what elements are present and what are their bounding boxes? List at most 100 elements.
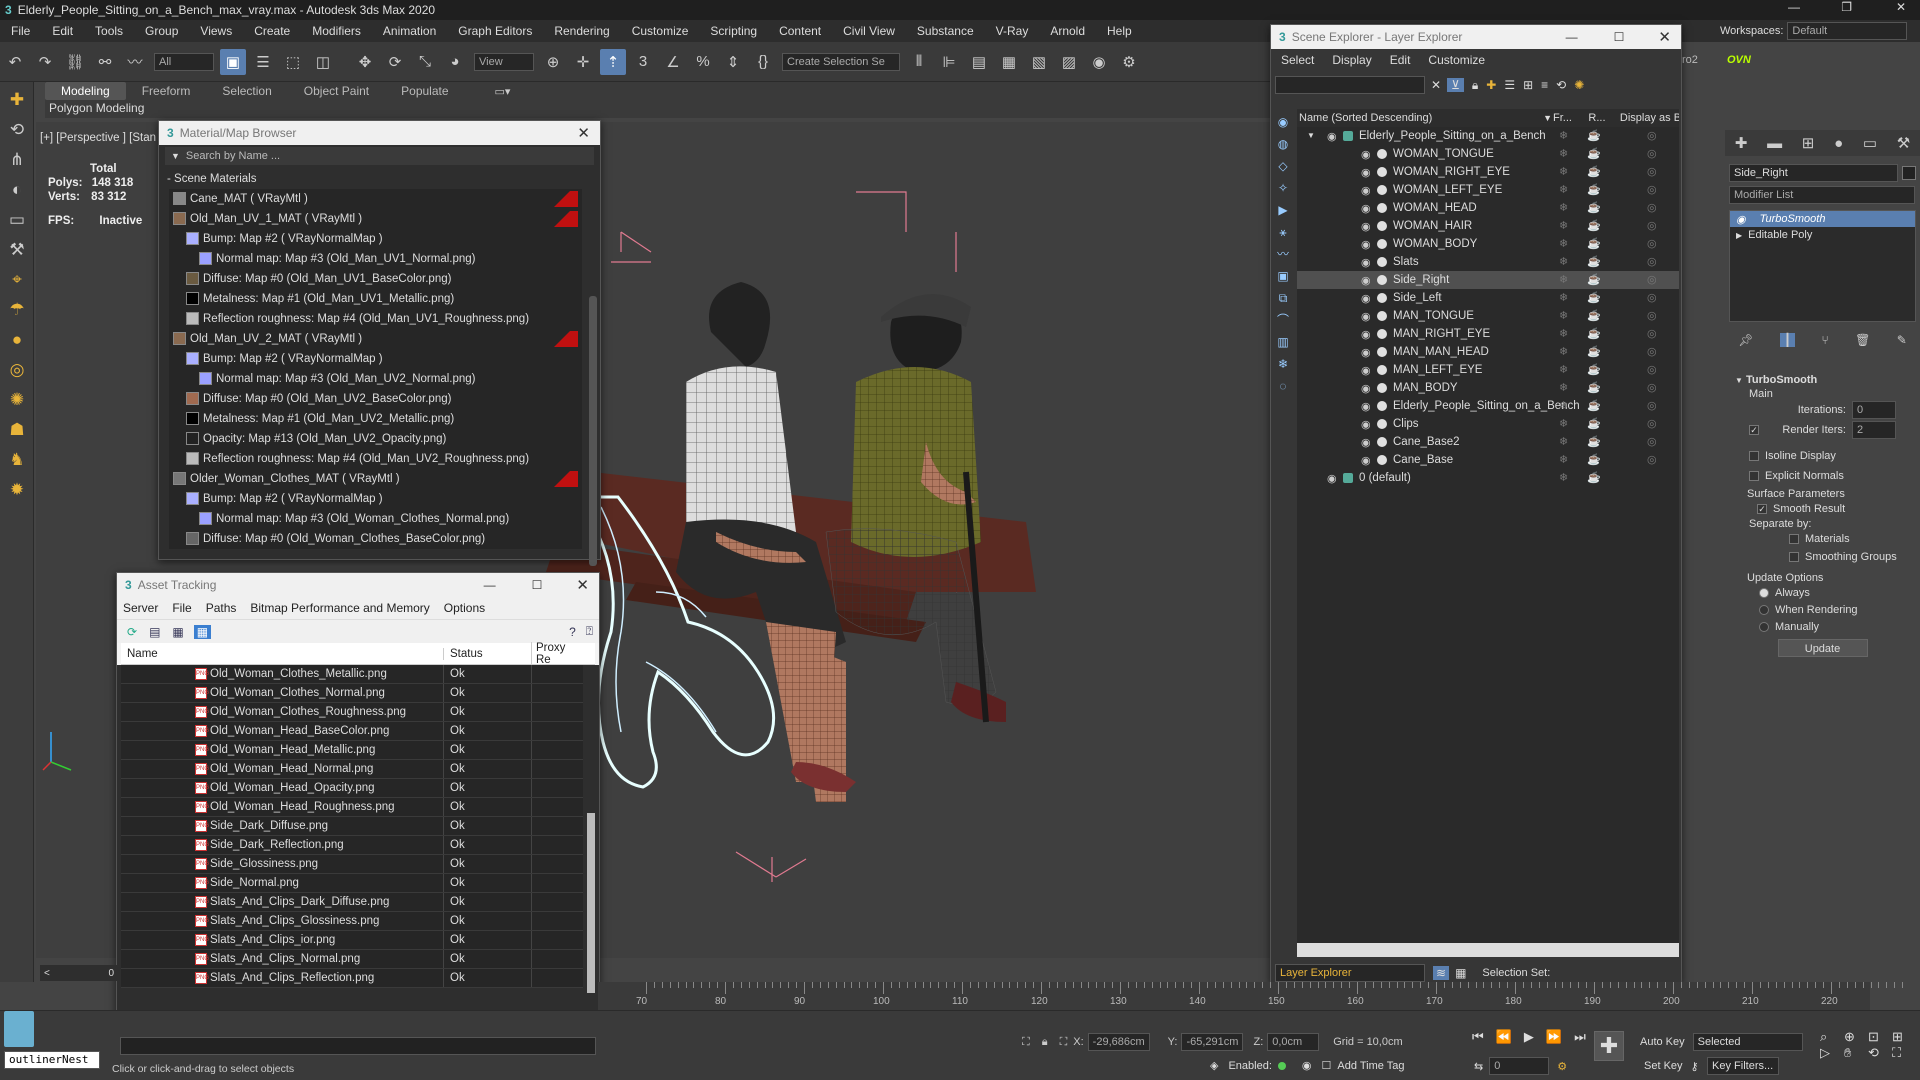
freeze-icon[interactable]: ❄ [1559, 343, 1568, 361]
add-time-tag-label[interactable]: Add Time Tag [1337, 1060, 1404, 1072]
map-item[interactable]: Bump: Map #2 ( VRayNormalMap ) [169, 349, 582, 369]
orbit-icon[interactable]: ◎ [5, 358, 29, 382]
iterations-spinner[interactable]: 0 [1852, 401, 1896, 419]
tree-view-icon[interactable]: ▦ [172, 625, 183, 639]
scene-object-row[interactable]: ◉ WOMAN_BODY ❄ ☕ ◎ [1297, 235, 1679, 253]
previous-frame-icon[interactable]: ⏪ [1496, 1029, 1512, 1045]
geometry-icon[interactable]: ◍ [1273, 133, 1293, 155]
renderable-icon[interactable]: ☕ [1587, 469, 1601, 487]
orbit-icon[interactable]: ⟲ [1868, 1045, 1892, 1061]
render-iters-checkbox[interactable]: ✓ [1749, 425, 1759, 435]
asset-menu-bitmap-performance-and-memory[interactable]: Bitmap Performance and Memory [250, 601, 429, 615]
menu-edit[interactable]: Edit [41, 20, 84, 42]
renderable-icon[interactable]: ☕ [1587, 451, 1601, 469]
scene-object-row[interactable]: ◉ MAN_RIGHT_EYE ❄ ☕ ◎ [1297, 325, 1679, 343]
keyboard-shortcut-icon[interactable]: ⇡ [600, 48, 626, 75]
layers-icon[interactable]: ☰ [1504, 78, 1515, 92]
time-config-icon[interactable]: ⚙ [1557, 1060, 1567, 1073]
scrollbar[interactable] [589, 296, 597, 566]
freeze-icon[interactable]: ❄ [1559, 199, 1568, 217]
map-item[interactable]: Reflection roughness: Map #4 (Old_Man_UV… [169, 449, 582, 469]
visibility-eye-icon[interactable]: ◉ [1361, 164, 1371, 182]
go-to-end-icon[interactable]: ⏭ [1574, 1029, 1586, 1045]
when-rendering-radio[interactable] [1759, 604, 1769, 615]
scene-object-row[interactable]: ◉ Side_Right ❄ ☕ ◎ [1297, 271, 1679, 289]
prev-frame-icon[interactable]: < [44, 968, 50, 979]
edit-named-selection-icon[interactable]: {} [750, 49, 776, 75]
hierarchy-icon[interactable]: ⋔ [5, 148, 29, 172]
ribbon-tab-modeling[interactable]: Modeling [45, 82, 126, 100]
renderable-icon[interactable]: ☕ [1587, 397, 1601, 415]
groups-icon[interactable]: ▣ [1273, 265, 1293, 287]
table-row[interactable]: PNGOld_Woman_Head_BaseColor.png Ok [121, 722, 583, 741]
display-as-box-icon[interactable]: ◎ [1647, 235, 1657, 253]
expand-icon[interactable]: ▼ [1307, 127, 1315, 145]
menu-group[interactable]: Group [134, 20, 189, 42]
table-row[interactable]: PNGSide_Dark_Reflection.png Ok [121, 836, 583, 855]
hidden-icon[interactable]: ◌ [1273, 375, 1293, 397]
map-item[interactable]: Normal map: Map #3 (Old_Man_UV1_Normal.p… [169, 249, 582, 269]
close-icon[interactable]: ✕ [1658, 28, 1671, 46]
sphere-icon[interactable]: ● [5, 328, 29, 352]
zoom-extents-all-icon[interactable]: ⊞ [1892, 1029, 1916, 1045]
renderable-icon[interactable]: ☕ [1587, 181, 1601, 199]
redo-icon[interactable]: ↷ [32, 49, 58, 75]
biped-icon[interactable]: ♞ [5, 448, 29, 472]
display-as-box-icon[interactable]: ◎ [1647, 145, 1657, 163]
lights-icon[interactable]: ✧ [1273, 177, 1293, 199]
cameras-icon[interactable]: ▶ [1273, 199, 1293, 221]
table-view-icon[interactable]: ▦ [193, 624, 212, 639]
modify-icon[interactable]: ⟲ [5, 118, 29, 142]
schematic-view-icon[interactable]: ▨ [1056, 49, 1082, 75]
ribbon-tab-selection[interactable]: Selection [206, 82, 287, 100]
sun-icon[interactable]: ✹ [5, 478, 29, 502]
rotate-icon[interactable]: ⟳ [382, 49, 408, 75]
add-time-tag-icon[interactable]: ☐ [1322, 1059, 1332, 1072]
pan-icon[interactable]: ✋︎ [1844, 1045, 1868, 1061]
visibility-eye-icon[interactable]: ◉ [1361, 290, 1371, 308]
layer-explorer-icon[interactable]: ≋ [1433, 966, 1450, 980]
selection-filter-dropdown[interactable]: All [154, 52, 214, 71]
absolute-mode-icon[interactable]: ⛶ [1060, 1036, 1068, 1049]
renderable-icon[interactable]: ☕ [1587, 415, 1601, 433]
material-browser-titlebar[interactable]: 3 Material/Map Browser ✕ [159, 121, 600, 145]
auto-key-button[interactable]: Auto Key [1640, 1036, 1685, 1048]
curve-editor-icon[interactable]: ▧ [1026, 49, 1052, 75]
freeze-icon[interactable]: ❄ [1559, 325, 1568, 343]
lock-icon[interactable]: 🔒︎ [1472, 78, 1478, 93]
scene-object-row[interactable]: ◉ WOMAN_LEFT_EYE ❄ ☕ ◎ [1297, 181, 1679, 199]
layer-manager-icon[interactable]: ▤ [966, 49, 992, 75]
renderable-icon[interactable]: ☕ [1587, 163, 1601, 181]
modifier-editable-poly[interactable]: ▶ Editable Poly [1730, 227, 1915, 243]
freeze-icon[interactable]: ❄ [1559, 433, 1568, 451]
help-icon[interactable]: ? [569, 625, 576, 639]
undo-icon[interactable]: ↶ [2, 49, 28, 75]
scene-object-row[interactable]: ◉ WOMAN_TONGUE ❄ ☕ ◎ [1297, 145, 1679, 163]
map-item[interactable]: Diffuse: Map #0 (Old_Woman_Clothes_BaseC… [169, 529, 582, 549]
workspace-dropdown[interactable]: Default [1787, 22, 1908, 40]
motion-icon[interactable]: ◐ [5, 178, 29, 202]
renderable-icon[interactable]: ☕ [1587, 325, 1601, 343]
scene-object-row[interactable]: ◉ MAN_MAN_HEAD ❄ ☕ ◎ [1297, 343, 1679, 361]
create-selection-set-dropdown[interactable]: Create Selection Se [782, 52, 900, 71]
maxscript-listener-icon[interactable] [4, 1011, 34, 1047]
display-as-box-icon[interactable]: ◎ [1647, 127, 1657, 145]
zoom-all-icon[interactable]: ⊕ [1844, 1029, 1868, 1045]
help-pointer-icon[interactable]: ⍰ [586, 624, 593, 639]
table-row[interactable]: PNGOld_Woman_Clothes_Normal.png Ok [121, 684, 583, 703]
map-item[interactable]: Metalness: Map #1 (Old_Man_UV2_Metallic.… [169, 409, 582, 429]
renderable-icon[interactable]: ☕ [1587, 307, 1601, 325]
move-icon[interactable]: ✥ [352, 49, 378, 75]
renderable-icon[interactable]: ☕ [1587, 253, 1601, 271]
visibility-eye-icon[interactable]: ◉ [1361, 200, 1371, 218]
current-frame-field[interactable]: 0 [1489, 1057, 1550, 1075]
display-as-box-icon[interactable]: ◎ [1647, 361, 1657, 379]
menu-rendering[interactable]: Rendering [543, 20, 620, 42]
asset-menu-options[interactable]: Options [444, 601, 485, 615]
table-row[interactable]: PNGOld_Woman_Head_Normal.png Ok [121, 760, 583, 779]
visibility-eye-icon[interactable]: ◉ [1361, 362, 1371, 380]
renderable-icon[interactable]: ☕ [1587, 127, 1601, 145]
renderable-icon[interactable]: ☕ [1587, 217, 1601, 235]
menu-civil-view[interactable]: Civil View [832, 20, 906, 42]
visibility-eye-icon[interactable]: ◉ [1361, 434, 1371, 452]
